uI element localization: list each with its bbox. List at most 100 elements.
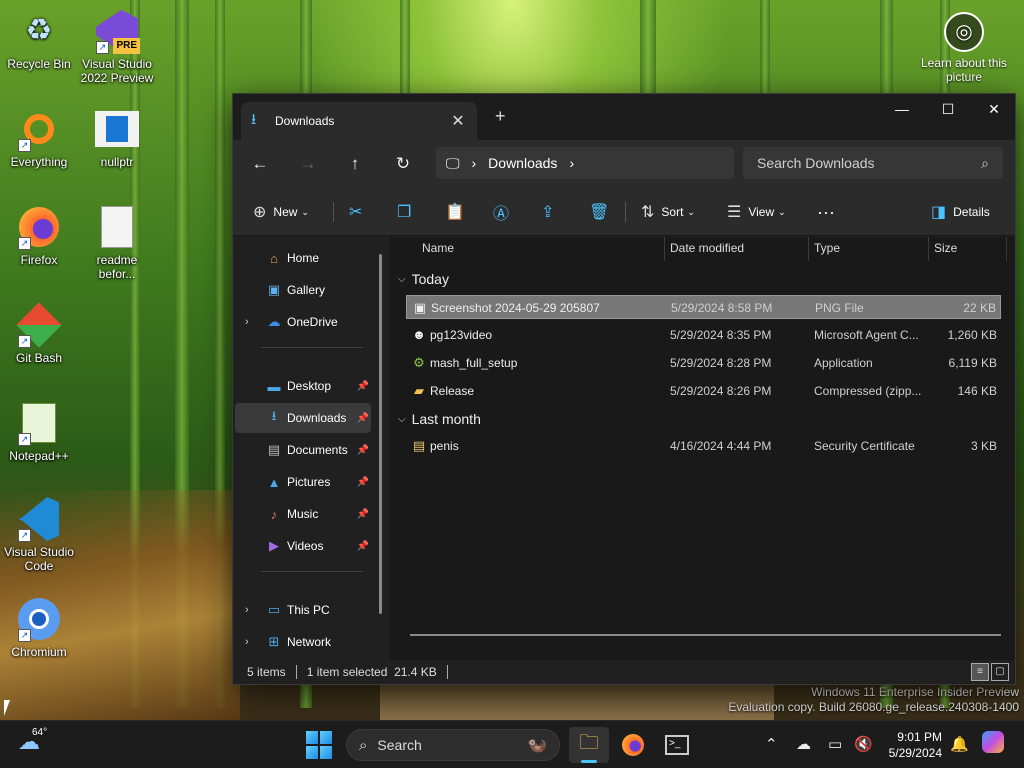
address-bar[interactable]: 🖵 › Downloads › bbox=[436, 147, 734, 179]
table-row[interactable]: ☻ pg123video 5/29/2024 8:35 PM Microsoft… bbox=[406, 323, 1001, 347]
nav-item-documents[interactable]: ▤ Documents 📌 bbox=[235, 435, 371, 465]
onedrive-offline-icon[interactable]: ☁ bbox=[796, 735, 811, 753]
file-list: Name Date modified Type Size ⌵ Today ▣ S… bbox=[390, 237, 1015, 660]
sort-button[interactable]: ⇅ Sort ⌄ bbox=[641, 200, 695, 224]
taskbar-search[interactable]: ⌕ Search 🦦 bbox=[346, 729, 560, 761]
show-hidden-icons-chevron-up-icon[interactable]: ⌃ bbox=[765, 735, 778, 753]
close-tab-icon[interactable]: ✕ bbox=[449, 111, 467, 131]
column-name[interactable]: Name bbox=[422, 241, 454, 255]
nav-pane-scrollbar[interactable] bbox=[379, 254, 382, 614]
volume-muted-icon[interactable]: 🔇 bbox=[854, 735, 873, 753]
desktop-icon-firefox[interactable]: ↗ Firefox bbox=[0, 204, 78, 267]
notification-bell-icon[interactable]: 🔔 bbox=[950, 735, 969, 753]
nav-item-pictures[interactable]: ▲ Pictures 📌 bbox=[235, 467, 371, 497]
firefox-icon bbox=[622, 734, 644, 756]
desktop-icon-visual-studio-2022-preview[interactable]: PRE ↗ Visual Studio 2022 Preview bbox=[78, 8, 156, 85]
rename-button[interactable]: Ⓐ bbox=[493, 200, 516, 224]
nav-item-network[interactable]: › ⊞ Network bbox=[235, 627, 371, 657]
pin-icon[interactable]: 📌 bbox=[357, 509, 369, 520]
search-input[interactable]: Search Downloads bbox=[757, 155, 981, 171]
desktop-icon-visual-studio-code[interactable]: ↗ Visual Studio Code bbox=[0, 496, 78, 573]
refresh-button[interactable]: ↻ bbox=[388, 150, 418, 178]
new-tab-button[interactable]: + bbox=[495, 106, 506, 127]
desktop-icon-recycle-bin[interactable]: ♻ Recycle Bin bbox=[0, 8, 78, 72]
copy-button[interactable]: ❐ bbox=[397, 200, 418, 224]
nav-item-music[interactable]: ♪ Music 📌 bbox=[235, 499, 371, 529]
desktop-icon-git-bash[interactable]: ↗ Git Bash bbox=[0, 302, 78, 365]
cloud-icon: ☁ bbox=[267, 314, 281, 329]
taskbar-terminal[interactable]: >_ bbox=[657, 727, 697, 763]
chevron-down-icon: ⌵ bbox=[398, 413, 406, 425]
column-size[interactable]: Size bbox=[934, 241, 957, 255]
new-button[interactable]: ⊕ New ⌄ bbox=[253, 200, 309, 224]
group-last-month[interactable]: ⌵ Last month bbox=[398, 411, 481, 427]
nav-item-home[interactable]: ⌂ Home bbox=[235, 243, 371, 273]
desktop-icon-everything[interactable]: ↗ Everything bbox=[0, 106, 78, 169]
more-options-button[interactable]: ··· bbox=[817, 200, 835, 224]
weather-widget[interactable]: ☁ 64° bbox=[18, 727, 47, 755]
chevron-right-icon[interactable]: › bbox=[245, 636, 249, 648]
tiles-view-icon[interactable]: ▢ bbox=[991, 663, 1009, 681]
chevron-right-icon: › bbox=[471, 155, 477, 171]
details-view-icon[interactable]: ≡ bbox=[971, 663, 989, 681]
up-button[interactable]: ↑ bbox=[340, 150, 370, 178]
search-box[interactable]: Search Downloads ⌕ bbox=[743, 147, 1003, 179]
nav-item-gallery[interactable]: ▣ Gallery bbox=[235, 275, 371, 305]
pin-icon[interactable]: 📌 bbox=[357, 477, 369, 488]
network-icon[interactable]: ▭ bbox=[828, 735, 842, 753]
monitor-icon: 🖵 bbox=[446, 154, 460, 171]
nav-item-desktop[interactable]: ▬ Desktop 📌 bbox=[235, 371, 371, 401]
start-button[interactable] bbox=[306, 731, 334, 759]
desktop-icon-nullptr[interactable]: nullptr bbox=[78, 106, 156, 169]
nav-item-this-pc[interactable]: › ▭ This PC bbox=[235, 595, 371, 625]
view-button[interactable]: ☰ View ⌄ bbox=[727, 200, 786, 224]
chevron-down-icon: ⌄ bbox=[778, 206, 786, 217]
address-segment-downloads[interactable]: Downloads bbox=[488, 155, 557, 171]
back-button[interactable]: ← bbox=[245, 150, 275, 178]
delete-button[interactable]: 🗑 bbox=[589, 200, 616, 224]
column-type[interactable]: Type bbox=[814, 241, 840, 255]
learn-about-picture[interactable]: ◎ Learn about this picture bbox=[918, 12, 1010, 84]
table-row[interactable]: ⚙ mash_full_setup 5/29/2024 8:28 PM Appl… bbox=[406, 351, 1001, 375]
table-row[interactable]: ▣ Screenshot 2024-05-29 205807 5/29/2024… bbox=[406, 295, 1001, 319]
clock[interactable]: 9:01 PM 5/29/2024 bbox=[880, 729, 942, 761]
column-date-modified[interactable]: Date modified bbox=[670, 241, 744, 255]
chevron-down-icon: ⌄ bbox=[687, 206, 695, 217]
desktop-icon-chromium[interactable]: ↗ Chromium bbox=[0, 596, 78, 659]
zip-folder-icon: ▰ bbox=[414, 383, 424, 398]
table-row[interactable]: ▰ Release 5/29/2024 8:26 PM Compressed (… bbox=[406, 379, 1001, 403]
pin-icon[interactable]: 📌 bbox=[357, 445, 369, 456]
nav-item-videos[interactable]: ▶ Videos 📌 bbox=[235, 531, 371, 561]
pin-icon[interactable]: 📌 bbox=[357, 413, 369, 424]
group-today[interactable]: ⌵ Today bbox=[398, 271, 449, 287]
pin-icon[interactable]: 📌 bbox=[357, 381, 369, 392]
share-button[interactable]: ⇪ bbox=[541, 200, 561, 224]
nav-item-downloads[interactable]: ⭳ Downloads 📌 bbox=[235, 403, 371, 433]
desktop-icon-notepad-plus-plus[interactable]: ↗ Notepad++ bbox=[0, 400, 78, 463]
cut-button[interactable]: ✂ bbox=[349, 200, 369, 224]
horizontal-scrollbar[interactable] bbox=[410, 634, 1001, 636]
ellipsis-icon: ··· bbox=[817, 201, 835, 222]
pin-icon[interactable]: 📌 bbox=[357, 541, 369, 552]
chevron-right-icon[interactable]: › bbox=[245, 604, 249, 616]
close-window-button[interactable]: ✕ bbox=[971, 94, 1017, 124]
tab-downloads[interactable]: ⭳ Downloads ✕ bbox=[241, 102, 477, 140]
maximize-button[interactable]: ☐ bbox=[925, 94, 971, 124]
minimize-button[interactable]: — bbox=[879, 94, 925, 124]
music-icon: ♪ bbox=[270, 506, 278, 522]
build-watermark: Windows 11 Enterprise Insider Preview Ev… bbox=[728, 685, 1019, 714]
paste-button[interactable]: 📋 bbox=[445, 200, 472, 224]
taskbar-firefox[interactable] bbox=[613, 727, 653, 763]
plus-circle-icon: ⊕ bbox=[253, 204, 267, 221]
table-row[interactable]: ▤ penis 4/16/2024 4:44 PM Security Certi… bbox=[406, 434, 1001, 458]
details-button[interactable]: ◨ Details bbox=[931, 200, 990, 224]
taskbar-file-explorer[interactable]: 🗀 bbox=[569, 727, 609, 763]
status-bar: 5 items 1 item selected 21.4 KB ≡ ▢ bbox=[233, 660, 1015, 684]
copilot-icon[interactable] bbox=[982, 731, 1004, 757]
chevron-down-icon: ⌄ bbox=[301, 206, 309, 217]
navigation-pane: ⌂ Home ▣ Gallery › ☁ OneDrive ▬ Desktop … bbox=[233, 237, 383, 660]
desktop-icon-readme[interactable]: readme befor... bbox=[78, 204, 156, 281]
nav-item-onedrive[interactable]: › ☁ OneDrive bbox=[235, 307, 371, 337]
chevron-right-icon[interactable]: › bbox=[245, 316, 249, 328]
forward-button[interactable]: → bbox=[293, 150, 323, 178]
